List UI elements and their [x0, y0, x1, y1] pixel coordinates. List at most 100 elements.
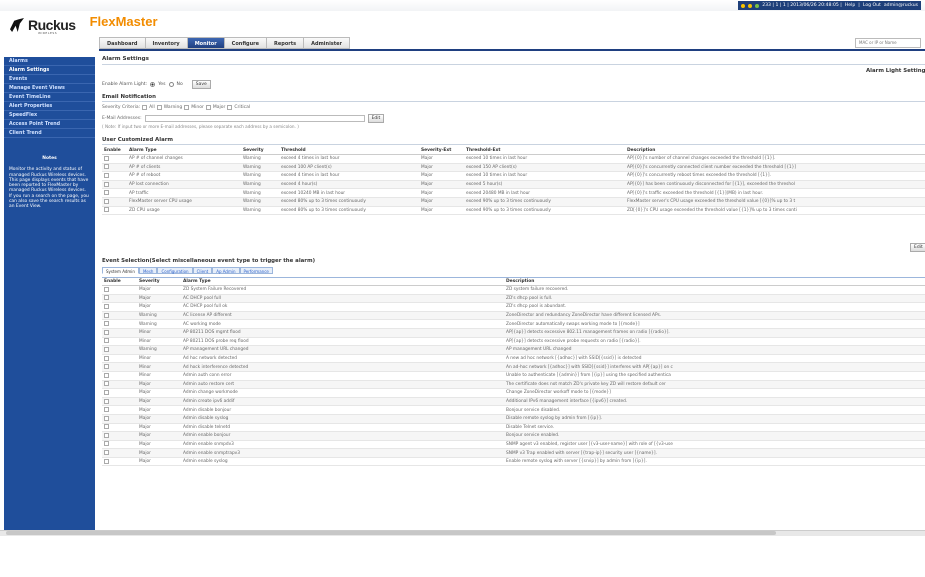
enable-checkbox[interactable] — [104, 372, 109, 378]
description-cell: Enable remote syslog with server [{srvip… — [504, 457, 925, 467]
severity-cell: Major — [137, 294, 181, 304]
sidebar-item-alarms[interactable]: Alarms — [4, 57, 95, 66]
enable-checkbox[interactable] — [104, 207, 109, 213]
enable-checkbox[interactable] — [104, 286, 109, 292]
scrollbar-thumb[interactable] — [6, 531, 776, 535]
enable-checkbox[interactable] — [104, 181, 109, 187]
enable-checkbox[interactable] — [104, 441, 109, 447]
enable-checkbox[interactable] — [104, 303, 109, 309]
sidebar-item-client-trend[interactable]: Client Trend — [4, 129, 95, 138]
notes-title: Notes — [42, 156, 57, 161]
status-bar: 233 | 1 | 1 | 2013/06/26 20:48:05 | Help… — [738, 1, 921, 10]
criteria-all-checkbox[interactable] — [142, 105, 148, 110]
sidebar-item-events[interactable]: Events — [4, 75, 95, 84]
table-row: Minor AP 80211 DOS mgmt flood AP[{ap}] det… — [102, 328, 925, 338]
enable-checkbox[interactable] — [104, 190, 109, 196]
table-row: Major Admin enable snmpdv3 SNMP agent v3 e… — [102, 440, 925, 450]
sidebar-item-alarm-settings[interactable]: Alarm Settings — [4, 66, 95, 75]
col-threshold: Threshold — [279, 147, 419, 155]
wireless-label: WIRELESS — [38, 31, 58, 35]
severity-cell: Major — [137, 405, 181, 415]
enable-checkbox[interactable] — [104, 381, 109, 387]
severity-cell: Warning — [137, 311, 181, 321]
severity-cell: Major — [137, 388, 181, 398]
email-addresses-input[interactable] — [144, 115, 365, 122]
enable-checkbox[interactable] — [104, 321, 109, 327]
tab-system-admin[interactable]: System Admin — [102, 267, 139, 274]
alarm-type-cell: AP management URL changed — [181, 345, 504, 355]
alarm-type-cell: ZD CPU usage — [127, 206, 241, 216]
enable-checkbox[interactable] — [104, 364, 109, 370]
tab-configuration[interactable]: Configuration — [157, 267, 193, 274]
enable-checkbox[interactable] — [104, 338, 109, 344]
criteria-major-checkbox[interactable] — [205, 105, 211, 110]
alarm-light-yes-radio[interactable] — [150, 82, 156, 87]
sidebar-item-access-point-trend[interactable]: Access Point Trend — [4, 120, 95, 129]
alarm-type-cell: Admin enable bonjour — [181, 431, 504, 441]
criteria-warning-checkbox[interactable] — [156, 105, 162, 110]
alarm-type-cell: FlexMaster server CPU usage — [127, 197, 241, 207]
enable-cell — [102, 154, 127, 164]
major-icon — [748, 3, 753, 8]
criteria-minor-checkbox[interactable] — [184, 105, 190, 110]
threshold-cell: exceed 80% up to 3 times continuously — [279, 206, 419, 216]
sidebar-item-alert-properties[interactable]: Alert Properties — [4, 102, 95, 111]
enable-checkbox[interactable] — [104, 424, 109, 430]
tab-monitor[interactable]: Monitor — [186, 37, 224, 49]
enable-cell — [102, 294, 137, 304]
enable-checkbox[interactable] — [104, 407, 109, 413]
enable-checkbox[interactable] — [104, 389, 109, 395]
enable-checkbox[interactable] — [104, 355, 109, 361]
sidebar-item-manage-event-views[interactable]: Manage Event Views — [4, 84, 95, 93]
tab-performance[interactable]: Performance — [239, 267, 273, 274]
user-alarm-table: Enable Alarm Type Severity Threshold Sev… — [102, 147, 925, 216]
email-edit-button[interactable]: Edit — [367, 114, 385, 123]
sidebar-item-speedflex[interactable]: SpeedFlex — [4, 111, 95, 120]
save-button[interactable]: Save — [191, 80, 211, 89]
enable-checkbox[interactable] — [104, 415, 109, 421]
event-table: Enable Severity Alarm Type Description M… — [102, 278, 925, 467]
threshold-cell: exceed 4 times in last hour — [279, 154, 419, 164]
tab-configure[interactable]: Configure — [223, 37, 267, 49]
critical-icon — [741, 3, 746, 8]
enable-checkbox[interactable] — [104, 198, 109, 204]
status-text: 233 | 1 | 1 | 2013/06/26 20:48:05 | — [762, 3, 842, 8]
col-enable: Enable — [102, 147, 127, 155]
description-cell: Bonjour service disabled. — [504, 405, 925, 415]
search-input[interactable]: MAC or IP or Name — [855, 38, 921, 48]
enable-checkbox[interactable] — [104, 172, 109, 178]
enable-checkbox[interactable] — [104, 155, 109, 161]
tab-mesh[interactable]: Mesh — [138, 267, 158, 274]
severity-cell: Minor — [137, 362, 181, 372]
tab-dashboard[interactable]: Dashboard — [99, 37, 145, 49]
enable-checkbox[interactable] — [104, 432, 109, 438]
enable-alarm-light-label: Enable Alarm Light: — [102, 82, 148, 87]
severity-ext-cell: Major — [419, 206, 464, 216]
enable-checkbox[interactable] — [104, 295, 109, 301]
logo: Ruckus WIRELESS FlexMaster — [10, 14, 158, 35]
tab-inventory[interactable]: Inventory — [144, 37, 187, 49]
enable-checkbox[interactable] — [104, 450, 109, 456]
tab-ap-admin[interactable]: Ap Admin — [212, 267, 240, 274]
description-cell: Change ZoneDirector workoff mode to [{mo… — [504, 388, 925, 398]
enable-cell — [102, 423, 137, 433]
enable-checkbox[interactable] — [104, 164, 109, 170]
enable-checkbox[interactable] — [104, 312, 109, 318]
tab-administer[interactable]: Administer — [303, 37, 351, 49]
enable-checkbox[interactable] — [104, 329, 109, 335]
criteria-critical-checkbox[interactable] — [227, 105, 233, 110]
enable-checkbox[interactable] — [104, 346, 109, 352]
tab-reports[interactable]: Reports — [266, 37, 304, 49]
user-alarm-edit-button[interactable]: Edit — [910, 243, 925, 252]
enable-checkbox[interactable] — [104, 398, 109, 404]
alarm-type-cell: AC license AP different — [181, 311, 504, 321]
tab-client[interactable]: Client — [192, 267, 213, 274]
severity-cell: Warning — [241, 171, 279, 181]
enable-checkbox[interactable] — [104, 458, 109, 464]
logout-link[interactable]: Log Out — [863, 1, 881, 10]
alarm-type-cell: AC working mode — [181, 319, 504, 329]
help-link[interactable]: Help — [845, 1, 855, 10]
event-header-row: Enable Severity Alarm Type Description — [102, 278, 925, 286]
sidebar-item-event-timeline[interactable]: Event TimeLine — [4, 93, 95, 102]
alarm-light-no-radio[interactable] — [168, 82, 174, 87]
